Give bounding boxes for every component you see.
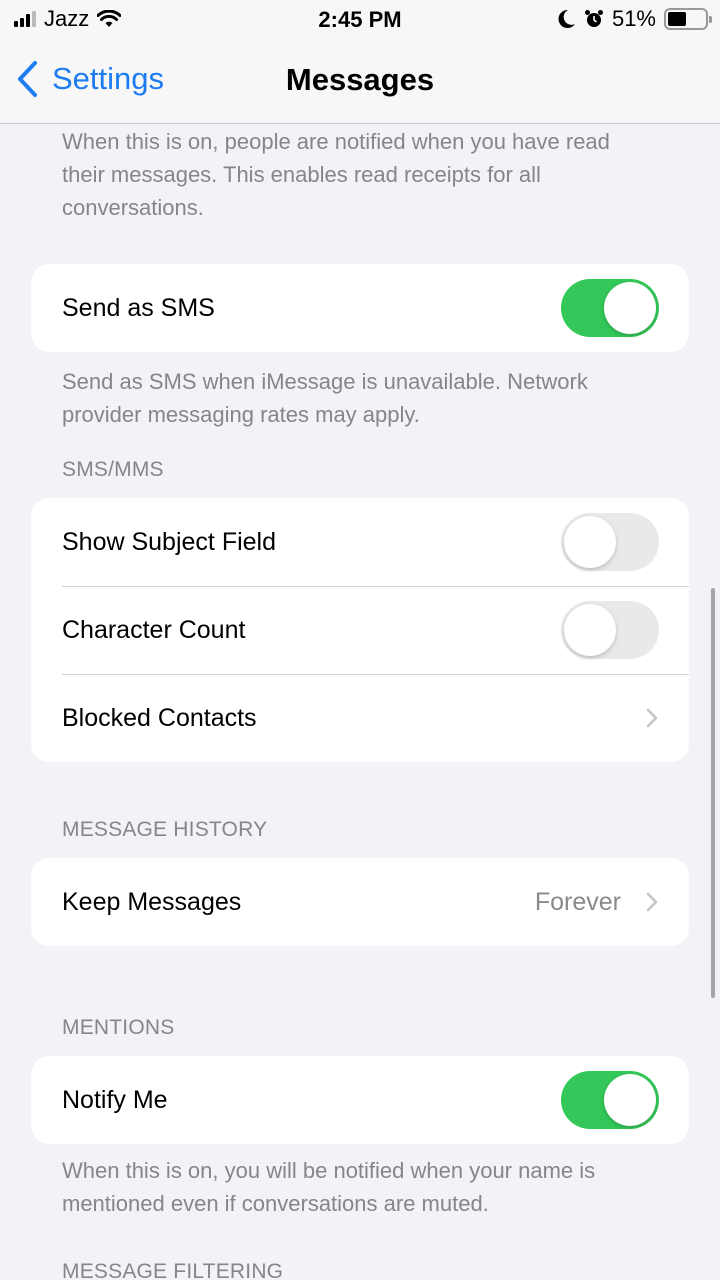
- blocked-contacts-row[interactable]: Blocked Contacts: [31, 674, 689, 762]
- notify-me-label: Notify Me: [62, 1085, 168, 1114]
- settings-list[interactable]: When this is on, people are notified whe…: [0, 125, 720, 1280]
- sms-mms-group: Show Subject Field Character Count Block…: [31, 498, 689, 762]
- sms-mms-header: SMS/MMS: [62, 458, 164, 481]
- battery-fill: [668, 12, 687, 26]
- mentions-footer: When this is on, you will be notified wh…: [62, 1158, 596, 1216]
- scrollbar[interactable]: [711, 588, 715, 998]
- character-count-row[interactable]: Character Count: [31, 586, 689, 674]
- page-title: Messages: [285, 62, 435, 97]
- battery-percent: 51%: [611, 6, 656, 31]
- read-receipts-footer: When this is on, people are notified whe…: [62, 129, 610, 220]
- character-count-label: Character Count: [62, 615, 246, 644]
- send-as-sms-label: Send as SMS: [62, 293, 215, 322]
- mentions-group: Notify Me: [31, 1056, 689, 1144]
- show-subject-field-toggle[interactable]: [561, 513, 659, 571]
- toggle-knob: [604, 1074, 656, 1126]
- send-as-sms-toggle[interactable]: [561, 279, 659, 337]
- character-count-toggle[interactable]: [561, 601, 659, 659]
- toggle-knob: [604, 282, 656, 334]
- message-filtering-header: MESSAGE FILTERING: [62, 1260, 284, 1280]
- notify-me-toggle[interactable]: [561, 1071, 659, 1129]
- alarm-icon: [584, 10, 603, 27]
- keep-messages-row[interactable]: Keep Messages Forever: [31, 858, 689, 946]
- keep-messages-value: Forever: [534, 887, 621, 916]
- message-history-group: Keep Messages Forever: [31, 858, 689, 946]
- message-history-header: MESSAGE HISTORY: [62, 818, 268, 841]
- battery-icon: [664, 8, 712, 30]
- toggle-knob: [564, 604, 616, 656]
- send-as-sms-footer: Send as SMS when iMessage is unavailable…: [62, 369, 588, 427]
- status-bar: Jazz 2:45 PM 51%: [0, 0, 720, 40]
- send-as-sms-row[interactable]: Send as SMS: [31, 264, 689, 352]
- notify-me-row[interactable]: Notify Me: [31, 1056, 689, 1144]
- mentions-header: MENTIONS: [62, 1016, 175, 1039]
- blocked-contacts-label: Blocked Contacts: [62, 703, 257, 732]
- keep-messages-label: Keep Messages: [62, 887, 242, 916]
- show-subject-field-label: Show Subject Field: [62, 527, 277, 556]
- send-as-sms-group: Send as SMS: [31, 264, 689, 352]
- show-subject-field-row[interactable]: Show Subject Field: [31, 498, 689, 586]
- toggle-knob: [564, 516, 616, 568]
- navigation-bar: Settings Messages: [0, 40, 720, 124]
- status-bar-right: 51%: [558, 6, 712, 32]
- chevron-right-icon: [646, 892, 658, 912]
- moon-icon: [558, 9, 575, 28]
- chevron-right-icon: [646, 708, 658, 728]
